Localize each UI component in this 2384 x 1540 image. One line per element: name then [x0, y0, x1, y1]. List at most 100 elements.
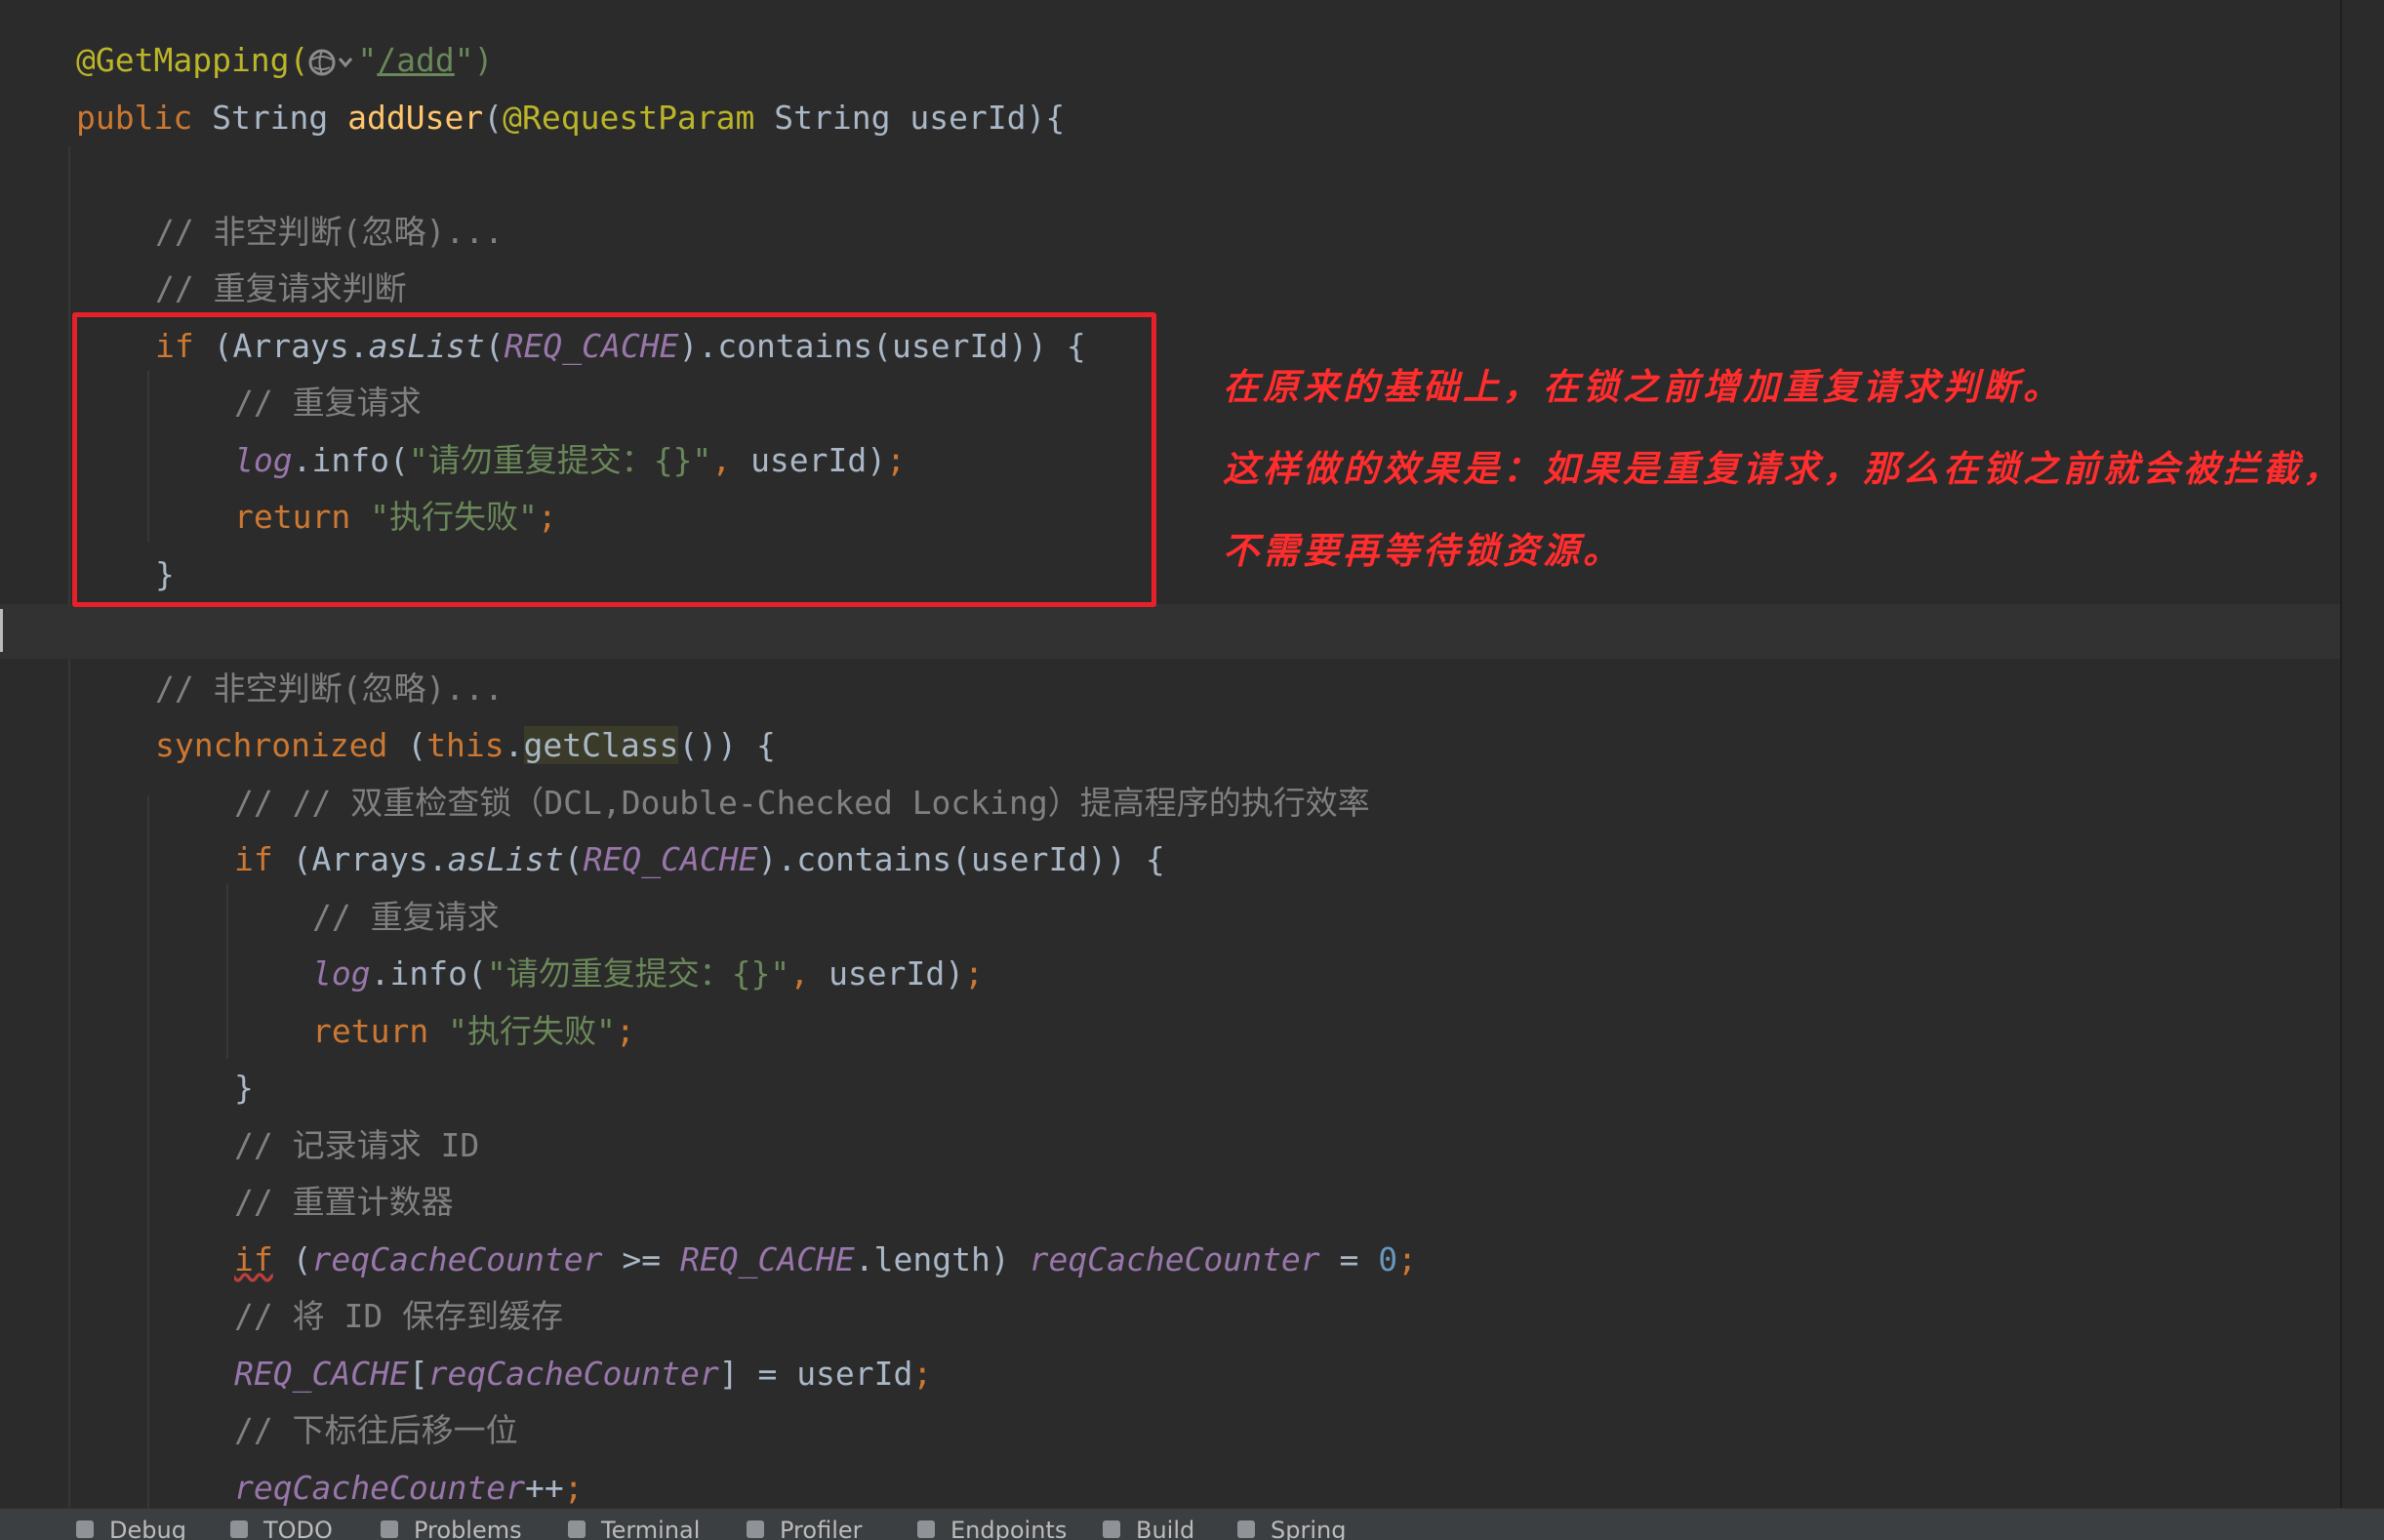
code-text: ++ [525, 1469, 564, 1507]
comment-line: // 重置计数器 [234, 1183, 454, 1221]
tool-window-spring[interactable]: Spring [1237, 1517, 1346, 1540]
tool-window-todo[interactable]: TODO [230, 1517, 333, 1540]
paren-token: ( [483, 99, 504, 137]
annotation-note-line: 在原来的基础上，在锁之前增加重复请求判断。 [1223, 365, 2063, 408]
tool-window-endpoints[interactable]: Endpoints [917, 1517, 1067, 1540]
list-icon [230, 1520, 248, 1538]
tool-window-label: Build [1136, 1517, 1195, 1540]
bracket-token: ] [718, 1355, 739, 1393]
comment-line: // 非空判断(忽略)... [155, 669, 504, 708]
info-icon [381, 1520, 398, 1538]
constant-token: REQ_CACHE [680, 1240, 855, 1278]
debug-icon [76, 1520, 94, 1538]
code-text: .info( [370, 954, 487, 993]
comma-token: , [789, 954, 829, 993]
code-line: return "执行失败"; [312, 1003, 635, 1060]
comment-line: // 记录请求 ID [234, 1126, 480, 1164]
code-text: ()) { [678, 726, 776, 764]
paren-token: ( [563, 840, 584, 878]
annotation-token: @RequestParam [503, 99, 755, 137]
semicolon-token: ; [615, 1012, 635, 1050]
code-text: (Arrays. [272, 840, 448, 878]
code-text: .length) [854, 1240, 1030, 1278]
annotation-note-line: 不需要再等待锁资源。 [1223, 529, 1623, 572]
indent-guide [226, 883, 228, 1059]
spring-leaf-icon [1237, 1520, 1255, 1538]
method-name: addUser [347, 99, 484, 137]
highlighted-method: getClass [523, 726, 679, 764]
comment-line: // 重复请求判断 [155, 269, 407, 307]
tool-window-build[interactable]: Build [1103, 1517, 1194, 1540]
number-literal: 0 [1378, 1240, 1398, 1278]
highlight-box [72, 312, 1156, 607]
editor-right-margin [2340, 0, 2342, 1508]
bracket-token: [ [408, 1355, 428, 1393]
string-quote-close: ") [454, 41, 494, 79]
field-token: reqCacheCounter [1029, 1240, 1320, 1278]
tool-window-label: Problems [414, 1517, 522, 1540]
dot-token: . [504, 726, 524, 764]
comment-line: // 下标往后移一位 [234, 1411, 518, 1449]
field-token: log [312, 954, 371, 993]
code-text: String userId){ [754, 99, 1066, 137]
comment-line: // // 双重检查锁（DCL,Double-Checked Locking）提… [234, 784, 1370, 822]
hammer-icon [1103, 1520, 1120, 1538]
text-caret [0, 609, 3, 652]
tool-window-label: Endpoints [950, 1517, 1068, 1540]
string-literal: "执行失败" [448, 1012, 616, 1050]
code-text: = [1319, 1240, 1379, 1278]
semicolon-token: ; [563, 1469, 584, 1507]
profiler-icon [747, 1520, 764, 1538]
code-line: if (reqCacheCounter >= REQ_CACHE.length)… [234, 1240, 1417, 1278]
code-line: } [234, 1069, 254, 1107]
globe-icon[interactable] [308, 46, 357, 79]
field-token: reqCacheCounter [311, 1240, 603, 1278]
keyword-token-warning: if [234, 1240, 273, 1278]
url-path-link[interactable]: /add [377, 41, 454, 79]
field-token: reqCacheCounter [427, 1355, 719, 1393]
endpoints-icon [917, 1520, 935, 1538]
semicolon-token: ; [1397, 1240, 1417, 1278]
code-line: REQ_CACHE[reqCacheCounter] = userId; [234, 1346, 932, 1402]
keyword-token: synchronized [155, 726, 388, 764]
constant-token: REQ_CACHE [234, 1355, 409, 1393]
comment-line: // 重复请求 [312, 898, 500, 936]
tool-window-label: TODO [263, 1517, 333, 1540]
tool-window-debug[interactable]: Debug [76, 1517, 186, 1540]
field-token: reqCacheCounter [234, 1469, 526, 1507]
constant-token: REQ_CACHE [583, 840, 758, 878]
type-token: String [192, 99, 348, 137]
string-literal: "请勿重复提交：{}" [486, 954, 790, 993]
static-method-token: asList [447, 840, 564, 878]
indent-guide [147, 795, 149, 1508]
indent-guide [68, 146, 70, 1508]
keyword-token: if [234, 840, 273, 878]
tool-window-label: Profiler [780, 1517, 863, 1540]
semicolon-token: ; [912, 1355, 933, 1393]
code-line: log.info("请勿重复提交：{}", userId); [312, 946, 984, 1002]
comment-line: // 非空判断(忽略)... [155, 213, 504, 251]
code-line: synchronized (this.getClass()) { [155, 717, 776, 774]
code-text: = [738, 1355, 797, 1393]
tool-window-profiler[interactable]: Profiler [747, 1517, 863, 1540]
terminal-icon [568, 1520, 586, 1538]
tool-window-label: Terminal [601, 1517, 701, 1540]
string-quote: " [357, 41, 378, 79]
code-line: public String addUser(@RequestParam Stri… [76, 90, 1065, 146]
keyword-token: return [312, 1012, 429, 1050]
code-text: userId [796, 1355, 913, 1393]
code-editor[interactable]: @GetMapping( "/add") public String addUse… [0, 0, 2384, 1508]
keyword-token: this [426, 726, 505, 764]
semicolon-token: ; [964, 954, 985, 993]
code-line: @GetMapping( "/add") [76, 32, 494, 89]
code-text: ( [387, 726, 427, 764]
tool-window-terminal[interactable]: Terminal [568, 1517, 700, 1540]
annotation-token: @GetMapping( [76, 41, 309, 79]
tool-window-problems[interactable]: Problems [381, 1517, 522, 1540]
tool-window-label: Debug [109, 1517, 186, 1540]
code-text: ).contains(userId)) { [757, 840, 1165, 878]
tool-window-bar: Debug TODO Problems Terminal Profiler En… [0, 1508, 2384, 1540]
tool-window-label: Spring [1271, 1517, 1347, 1540]
code-text: >= [602, 1240, 680, 1278]
annotation-note-line: 这样做的效果是：如果是重复请求，那么在锁之前就会被拦截， [1223, 447, 2343, 490]
